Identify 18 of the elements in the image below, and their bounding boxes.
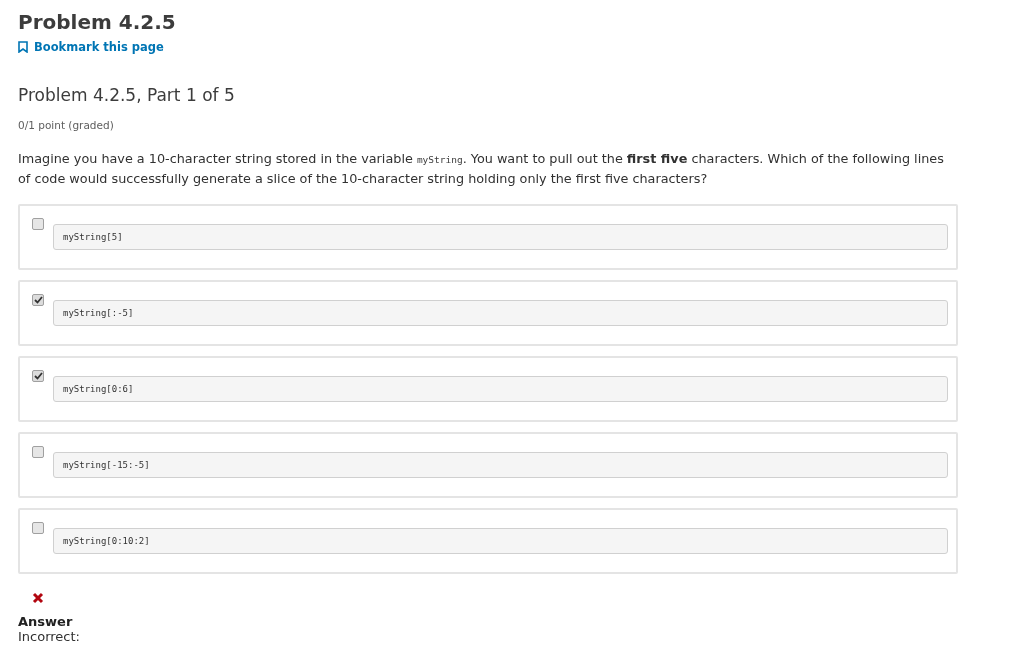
checkbox[interactable] (32, 522, 44, 534)
bookmark-icon (18, 41, 28, 53)
code-snippet: myString[:-5] (53, 300, 948, 326)
problem-title: Problem 4.2.5 (18, 9, 177, 36)
part-title: Problem 4.2.5, Part 1 of 5 (18, 85, 236, 105)
code-snippet: myString[0:6] (53, 376, 948, 402)
answer-status: Incorrect: (18, 629, 81, 644)
checkbox[interactable] (32, 446, 44, 458)
code-snippet: myString[5] (53, 224, 948, 250)
checkbox[interactable] (32, 294, 44, 306)
checkbox[interactable] (32, 218, 44, 230)
checkbox[interactable] (32, 370, 44, 382)
question-text: Imagine you have a 10-character string stored in the variable myString. You want to pull out the first five characters. Which of the following lines of code would successfully generate a slice of the 10-character string holding only the first five characters? (18, 150, 945, 188)
code-snippet: myString[-15:-5] (53, 452, 948, 478)
score-text: 0/1 point (graded) (18, 119, 115, 131)
answer-heading: Answer (18, 614, 74, 629)
bookmark-link[interactable]: Bookmark this page (18, 40, 164, 54)
code-snippet: myString[0:10:2] (53, 528, 948, 554)
